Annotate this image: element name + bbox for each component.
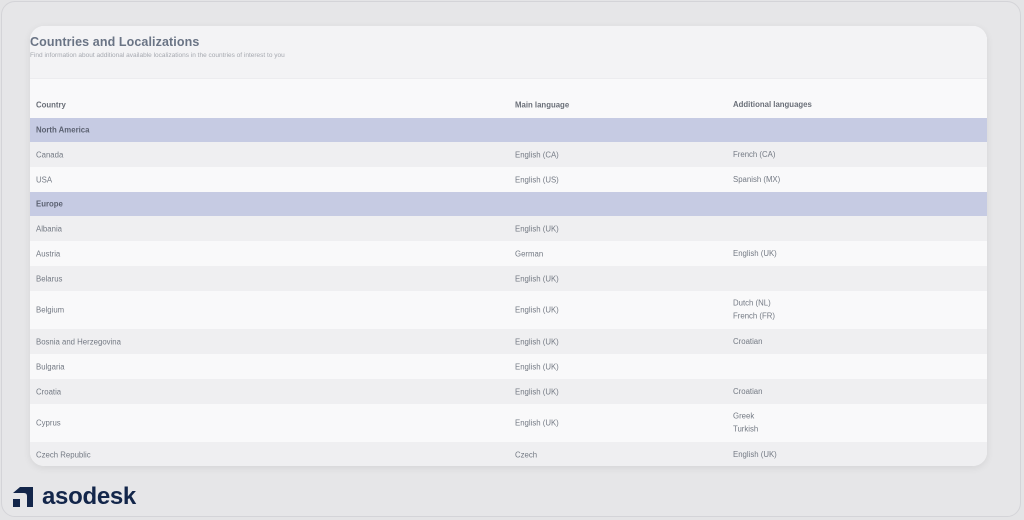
additional-language: Greek <box>733 411 755 421</box>
country-cell: Austria <box>36 249 61 258</box>
brand-logo: asodesk <box>13 483 136 510</box>
group-row: Europe <box>30 192 987 216</box>
card-header: Countries and Localizations Find informa… <box>30 26 987 79</box>
main-language-cell: English (UK) <box>515 387 559 396</box>
table-row: USA English (US) Spanish (MX) <box>30 167 987 192</box>
table-row: Albania English (UK) <box>30 216 987 241</box>
main-language-cell: English (UK) <box>515 418 559 428</box>
additional-language: Spanish (MX) <box>733 174 781 184</box>
additional-language: Turkish <box>733 424 759 433</box>
table-row: Bulgaria English (UK) <box>30 354 987 379</box>
table-row: Bosnia and Herzegovina English (UK) Croati… <box>30 329 987 354</box>
column-header-main-language: Main language <box>515 100 570 110</box>
main-language-cell: German <box>515 249 544 258</box>
table-row: Belarus English (UK) <box>30 266 987 291</box>
additional-language: French (CA) <box>733 149 776 159</box>
country-cell: Bulgaria <box>36 362 65 371</box>
additional-language: English (UK) <box>733 248 777 258</box>
main-language-cell: English (UK) <box>515 362 559 371</box>
main-language-cell: English (US) <box>515 175 559 184</box>
group-name: Europe <box>36 199 63 209</box>
country-cell: Belarus <box>36 274 63 283</box>
main-language-cell: English (UK) <box>515 337 559 346</box>
country-cell: USA <box>36 175 53 184</box>
table-row: Canada English (CA) French (CA) <box>30 142 987 167</box>
additional-languages-cell: Croatian <box>733 335 762 348</box>
additional-languages-cell: Dutch (NL) French (FR) <box>733 298 775 323</box>
localizations-table: Country Main language Additional languag… <box>30 92 987 466</box>
additional-languages-cell: English (UK) <box>733 247 777 260</box>
table-row: Austria German English (UK) <box>30 241 987 266</box>
additional-language: Dutch (NL) <box>733 298 771 308</box>
additional-languages-cell: Croatian <box>733 385 762 398</box>
column-header-country: Country <box>36 100 66 110</box>
additional-language: Croatian <box>733 336 763 346</box>
country-cell: Bosnia and Herzegovina <box>36 337 121 346</box>
country-cell: Albania <box>36 224 63 233</box>
additional-languages-cell: Spanish (MX) <box>733 173 780 186</box>
additional-languages-cell: French (CA) <box>733 148 775 161</box>
table-row: Croatia English (UK) Croatian <box>30 379 987 404</box>
table-row: Belgium English (UK) Dutch (NL) French (FR) <box>30 291 987 329</box>
group-row: North America <box>30 118 987 142</box>
main-language-cell: English (UK) <box>515 274 559 283</box>
additional-languages-cell: English (UK) <box>733 448 777 461</box>
table-row: Cyprus English (UK) Greek Turkish <box>30 404 987 442</box>
asodesk-logo-icon <box>13 487 33 507</box>
page-subtitle: Find information about additional availa… <box>30 52 285 59</box>
country-cell: Belgium <box>36 305 65 315</box>
country-cell: Czech Republic <box>36 450 91 459</box>
main-language-cell: English (UK) <box>515 224 559 233</box>
column-header-additional-languages: Additional languages <box>733 99 812 109</box>
country-cell: Canada <box>36 150 64 159</box>
country-cell: Cyprus <box>36 418 61 428</box>
additional-language: French (FR) <box>733 311 776 320</box>
additional-language: English (UK) <box>733 449 777 459</box>
page-title: Countries and Localizations <box>30 35 200 49</box>
main-language-cell: English (UK) <box>515 305 559 315</box>
main-language-cell: Czech <box>515 450 538 459</box>
additional-languages-cell: Greek Turkish <box>733 411 758 436</box>
group-name: North America <box>36 125 90 135</box>
country-cell: Croatia <box>36 387 62 396</box>
table-row: Czech Republic Czech English (UK) <box>30 442 987 466</box>
table-header-row: Country Main language Additional languag… <box>30 92 987 118</box>
main-language-cell: English (CA) <box>515 150 559 159</box>
brand-name: asodesk <box>42 483 136 510</box>
additional-language: Croatian <box>733 386 763 396</box>
localizations-card: Countries and Localizations Find informa… <box>30 26 987 466</box>
